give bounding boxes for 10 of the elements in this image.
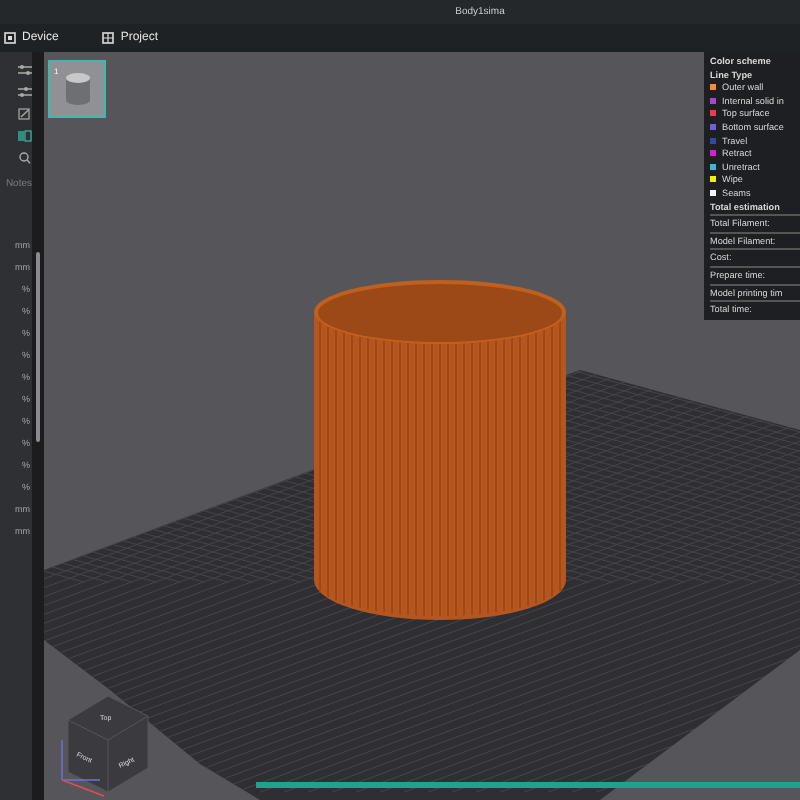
search-icon[interactable] xyxy=(18,152,32,164)
layer-slider[interactable] xyxy=(256,782,800,788)
sliders-icon[interactable] xyxy=(18,86,32,98)
cylinder-icon xyxy=(64,72,92,106)
compare-icon[interactable] xyxy=(18,130,32,142)
grid-icon xyxy=(102,32,115,44)
scrollbar[interactable] xyxy=(36,252,40,442)
device-icon xyxy=(4,32,16,44)
edit-icon[interactable] xyxy=(18,108,32,120)
sliders-icon[interactable] xyxy=(18,64,32,76)
